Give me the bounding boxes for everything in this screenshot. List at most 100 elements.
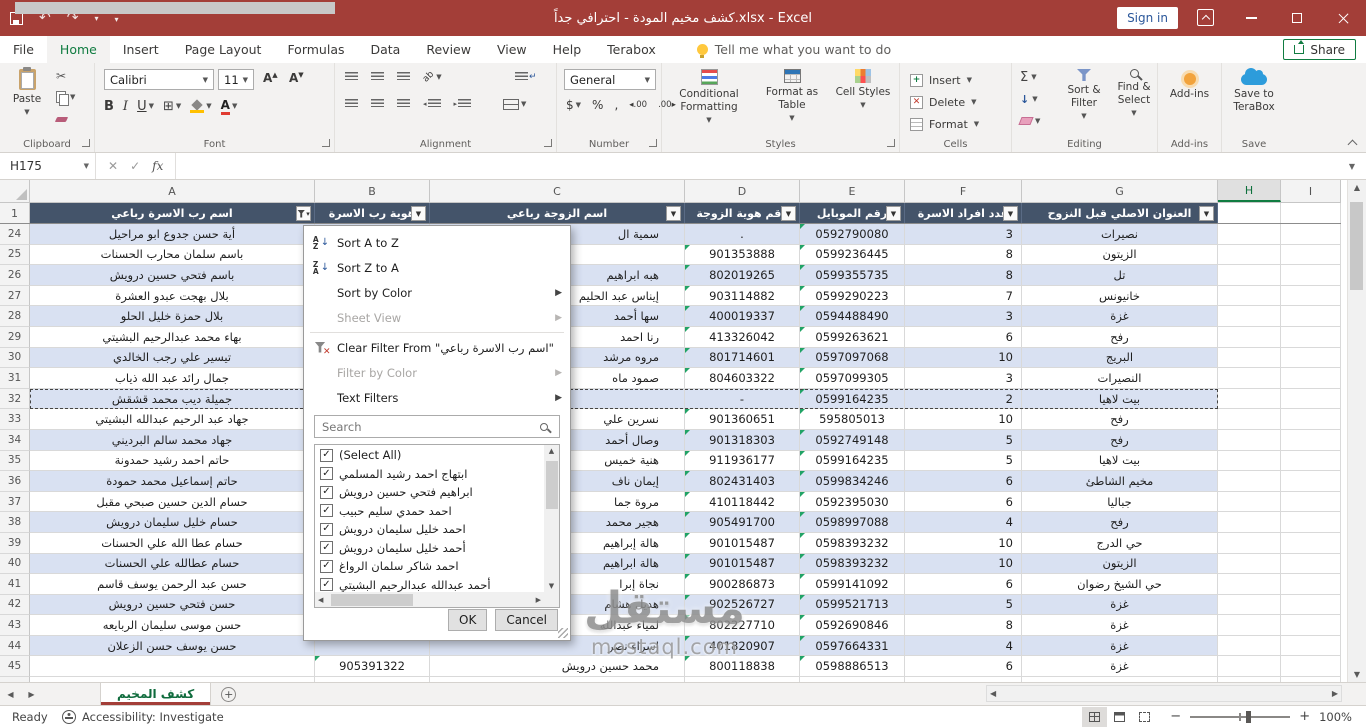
row-header[interactable]: 45 (0, 656, 30, 678)
align-left-icon[interactable] (345, 99, 358, 109)
cell[interactable] (30, 656, 315, 678)
filter-value-item[interactable]: ✓ ابراهيم فتحي حسين درويش (315, 483, 544, 502)
cell[interactable] (1218, 409, 1281, 430)
cell[interactable] (1281, 656, 1341, 678)
row-header[interactable]: 35 (0, 450, 30, 472)
alignment-dialog-launcher-icon[interactable] (544, 139, 552, 147)
cell[interactable] (1281, 224, 1341, 245)
cell[interactable]: 0599355735 (800, 265, 905, 286)
cell[interactable]: 911936177 (685, 450, 800, 472)
filter-dropdown-button[interactable]: ▼ (886, 206, 901, 221)
cell[interactable] (1281, 594, 1341, 616)
fill-button[interactable]: ↓ ▼ (1020, 91, 1040, 107)
column-header-G[interactable]: G (1022, 180, 1218, 202)
cell[interactable]: حسام عطالله علي الحسنات (30, 553, 315, 575)
cell[interactable]: 401820907 (685, 635, 800, 657)
cell[interactable]: 10 (905, 347, 1022, 369)
select-all-corner[interactable] (0, 180, 30, 202)
cell[interactable]: 905491700 (685, 512, 800, 533)
filter-dropdown-button[interactable]: ▼ (666, 206, 681, 221)
checkbox-checked-icon[interactable]: ✓ (320, 541, 333, 555)
cell[interactable]: 901015487 (685, 553, 800, 575)
align-center-icon[interactable] (371, 99, 384, 109)
row-header[interactable]: 32 (0, 388, 30, 410)
cell[interactable]: غزة (1022, 656, 1218, 678)
resize-grip[interactable] (558, 628, 568, 638)
row-header[interactable]: 36 (0, 471, 30, 492)
cell[interactable]: حي الدرج (1022, 532, 1218, 554)
cell[interactable]: رفح (1022, 512, 1218, 533)
cell[interactable]: 5 (905, 429, 1022, 451)
scroll-right-icon[interactable]: ▶ (1332, 689, 1338, 698)
cell[interactable]: . (685, 224, 800, 245)
sheet-vscroll-thumb[interactable] (1350, 202, 1363, 290)
cell[interactable]: 3 (905, 368, 1022, 389)
cell[interactable] (1218, 594, 1281, 616)
filter-value-item[interactable]: ✓ (Select All) (315, 446, 544, 465)
bold-button[interactable]: B (104, 99, 114, 114)
cell[interactable]: غزة (1022, 635, 1218, 657)
cell[interactable]: 6 (905, 326, 1022, 348)
checkbox-checked-icon[interactable]: ✓ (320, 522, 333, 536)
cell[interactable] (1218, 635, 1281, 657)
cell[interactable]: 0597664331 (800, 635, 905, 657)
cell[interactable]: 413326042 (685, 326, 800, 348)
row-header[interactable]: 30 (0, 347, 30, 369)
cell[interactable] (1281, 512, 1341, 533)
cell[interactable]: 800118838 (685, 656, 800, 678)
cell[interactable]: جهاد محمد سالم البرديني (30, 429, 315, 451)
checkbox-checked-icon[interactable]: ✓ (320, 485, 333, 499)
cell[interactable]: 0599164235 (800, 450, 905, 472)
increase-decimal-button[interactable]: ◂.00 (629, 100, 647, 110)
zoom-level[interactable]: 100% (1319, 710, 1352, 724)
filter-dropdown-button[interactable]: ▼ (1003, 206, 1018, 221)
align-right-icon[interactable] (397, 99, 410, 109)
cell[interactable] (1281, 491, 1341, 513)
format-as-table-button[interactable]: Format as Table ▼ (756, 69, 828, 122)
tell-me-box[interactable]: Tell me what you want to do (669, 36, 891, 63)
cell[interactable] (1218, 491, 1281, 513)
table-header-cell-C[interactable]: اسم الزوجة رباعي ▼ (430, 203, 685, 223)
ribbon-tab-help[interactable]: Help (540, 36, 595, 63)
italic-button[interactable]: I (123, 99, 128, 114)
cell[interactable]: 0599164235 (800, 388, 905, 410)
cell[interactable]: 0592395030 (800, 491, 905, 513)
cell[interactable] (1281, 553, 1341, 575)
cell[interactable]: حاتم إسماعيل محمد حمودة (30, 471, 315, 492)
checkbox-checked-icon[interactable]: ✓ (320, 448, 333, 462)
cell[interactable] (1218, 347, 1281, 369)
align-top-icon[interactable] (345, 72, 358, 82)
cell[interactable] (1281, 409, 1341, 430)
cell[interactable]: تيسير علي رجب الخالدي (30, 347, 315, 369)
column-header-D[interactable]: D (685, 180, 800, 202)
cell[interactable]: 0598886513 (800, 656, 905, 678)
number-dialog-launcher-icon[interactable] (649, 139, 657, 147)
cell[interactable]: 5 (905, 450, 1022, 472)
clipboard-dialog-launcher-icon[interactable] (82, 139, 90, 147)
cell[interactable]: 595805013 (800, 409, 905, 430)
row-header[interactable]: 31 (0, 368, 30, 389)
scroll-right-icon[interactable]: ▶ (536, 596, 541, 604)
styles-dialog-launcher-icon[interactable] (887, 139, 895, 147)
page-layout-view-button[interactable] (1107, 707, 1132, 727)
cell[interactable] (1218, 388, 1281, 410)
fill-color-button[interactable]: ▼ (190, 101, 212, 113)
cell[interactable]: بلال بهجت عبدو العشرة (30, 285, 315, 307)
row-header[interactable]: 43 (0, 615, 30, 636)
cell[interactable]: رفح (1022, 409, 1218, 430)
table-header-cell-B[interactable]: هوية رب الاسرة ▼ (315, 203, 430, 223)
customize-qat-chevron-icon[interactable]: ▾ (94, 14, 98, 23)
find-select-button[interactable]: Find & Select ▼ (1112, 69, 1156, 117)
minimize-button[interactable] (1228, 0, 1274, 36)
cell[interactable] (1281, 635, 1341, 657)
cell[interactable]: 0597097068 (800, 347, 905, 369)
merge-center-button[interactable]: ▼ (503, 98, 526, 110)
cell[interactable]: مخيم الشاطئ (1022, 471, 1218, 492)
cell[interactable]: باسم فتحي حسين درويش (30, 265, 315, 286)
conditional-formatting-button[interactable]: Conditional Formatting ▼ (668, 69, 750, 124)
filter-dropdown-button[interactable]: ▼ (411, 206, 426, 221)
ribbon-tab-insert[interactable]: Insert (110, 36, 172, 63)
row-header[interactable]: 26 (0, 265, 30, 286)
cell[interactable] (1281, 285, 1341, 307)
cell[interactable]: 6 (905, 471, 1022, 492)
